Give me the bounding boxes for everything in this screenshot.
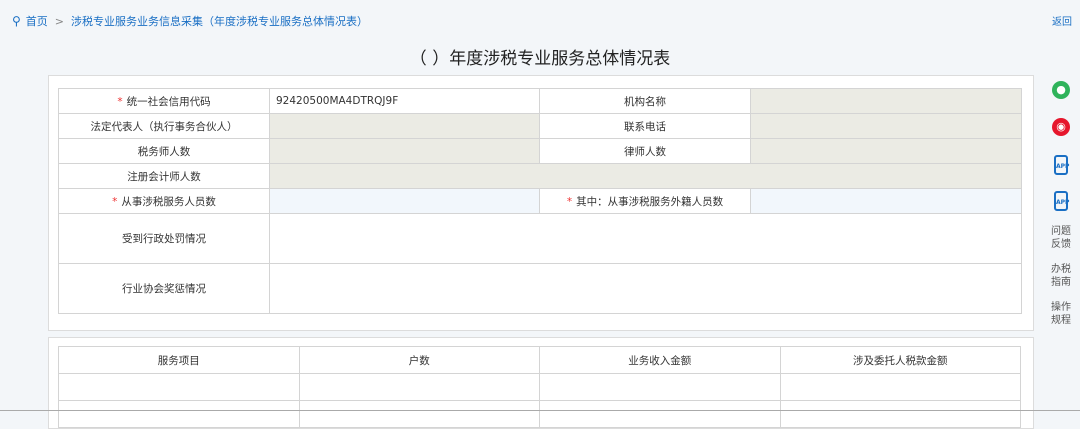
- table-row: * 从事涉税服务人员数 * 其中：从事涉税服务外籍人员数: [58, 188, 1022, 214]
- wechat-button[interactable]: ●: [1042, 75, 1080, 111]
- table-row: * 统一社会信用代码 92420500MA4DTRQJ9F 机构名称: [58, 88, 1022, 114]
- table-row: 注册会计师人数: [58, 163, 1022, 189]
- lawyers-field: [750, 138, 1022, 164]
- basic-info-panel: * 统一社会信用代码 92420500MA4DTRQJ9F 机构名称 法定代表人（…: [48, 75, 1034, 331]
- table-cell[interactable]: [298, 400, 540, 428]
- award-label: 行业协会奖惩情况: [58, 263, 270, 314]
- foreign-staff-input[interactable]: [750, 188, 1022, 214]
- table-cell[interactable]: [58, 400, 300, 428]
- phone-label: 联系电话: [539, 113, 751, 139]
- feedback-line-2: 反馈: [1051, 239, 1071, 250]
- required-mark: *: [112, 195, 118, 208]
- rules-line-2: 规程: [1051, 315, 1071, 326]
- rules-button[interactable]: 操作 规程: [1042, 295, 1080, 333]
- app-button-2[interactable]: APP: [1042, 183, 1080, 219]
- foreign-staff-label-text: 其中：从事涉税服务外籍人员数: [576, 195, 724, 208]
- cpa-field: [269, 163, 1022, 189]
- weibo-icon: ◉: [1052, 118, 1070, 136]
- column-header-households: 户数: [298, 346, 540, 374]
- breadcrumb-current[interactable]: 涉税专业服务业务信息采集（年度涉税专业服务总体情况表）: [71, 15, 368, 28]
- penalty-label: 受到行政处罚情况: [58, 213, 270, 264]
- foreign-staff-label: * 其中：从事涉税服务外籍人员数: [539, 188, 751, 214]
- lawyers-label: 律师人数: [539, 138, 751, 164]
- org-name-field: [750, 88, 1022, 114]
- table-cell[interactable]: [779, 400, 1021, 428]
- cpa-label: 注册会计师人数: [58, 163, 270, 189]
- penalty-input[interactable]: [269, 213, 1022, 264]
- mobile-app-icon: APP: [1054, 191, 1069, 211]
- staff-label-text: 从事涉税服务人员数: [121, 195, 216, 208]
- feedback-button[interactable]: 问题 反馈: [1042, 219, 1080, 257]
- stats-table: 服务项目 户数 业务收入金额 涉及委托人税款金额: [58, 346, 1021, 428]
- table-row: [58, 400, 1021, 428]
- table-row: 行业协会奖惩情况: [58, 263, 1022, 314]
- table-cell[interactable]: [779, 373, 1021, 401]
- org-name-label: 机构名称: [539, 88, 751, 114]
- basic-info-table: * 统一社会信用代码 92420500MA4DTRQJ9F 机构名称 法定代表人（…: [58, 88, 1022, 314]
- breadcrumb: ⚲ 首页 > 涉税专业服务业务信息采集（年度涉税专业服务总体情况表）: [12, 13, 368, 29]
- award-input[interactable]: [269, 263, 1022, 314]
- tax-agents-label: 税务师人数: [58, 138, 270, 164]
- table-row: 税务师人数 律师人数: [58, 138, 1022, 164]
- side-toolbar: ● ◉ APP APP 问题 反馈 办税 指南 操作 规程: [1042, 75, 1080, 333]
- back-link[interactable]: 返回: [1052, 13, 1072, 28]
- breadcrumb-home[interactable]: 首页: [26, 15, 48, 28]
- feedback-line-1: 问题: [1051, 226, 1071, 237]
- mobile-app-icon: APP: [1054, 155, 1069, 175]
- guide-button[interactable]: 办税 指南: [1042, 257, 1080, 295]
- legal-rep-field: [269, 113, 540, 139]
- rules-line-1: 操作: [1051, 302, 1071, 313]
- column-header-tax-amount: 涉及委托人税款金额: [779, 346, 1021, 374]
- credit-code-label: * 统一社会信用代码: [58, 88, 270, 114]
- table-cell[interactable]: [539, 400, 781, 428]
- wechat-icon: ●: [1052, 81, 1070, 99]
- location-pin-icon: ⚲: [12, 14, 21, 28]
- table-row: 法定代表人（执行事务合伙人） 联系电话: [58, 113, 1022, 139]
- guide-line-2: 指南: [1051, 277, 1071, 288]
- column-header-service: 服务项目: [58, 346, 300, 374]
- phone-field: [750, 113, 1022, 139]
- staff-input[interactable]: [269, 188, 540, 214]
- column-header-revenue: 业务收入金额: [539, 346, 781, 374]
- top-bar: ⚲ 首页 > 涉税专业服务业务信息采集（年度涉税专业服务总体情况表） 返回: [0, 0, 1080, 40]
- staff-label: * 从事涉税服务人员数: [58, 188, 270, 214]
- legal-rep-label: 法定代表人（执行事务合伙人）: [58, 113, 270, 139]
- table-row: [58, 373, 1021, 401]
- stats-panel: 服务项目 户数 业务收入金额 涉及委托人税款金额: [48, 337, 1034, 429]
- required-mark: *: [566, 195, 573, 208]
- table-cell[interactable]: [298, 373, 540, 401]
- page-title: （ ）年度涉税专业服务总体情况表: [409, 49, 671, 69]
- table-cell[interactable]: [539, 373, 781, 401]
- table-row: 受到行政处罚情况: [58, 213, 1022, 264]
- table-header-row: 服务项目 户数 业务收入金额 涉及委托人税款金额: [58, 346, 1021, 374]
- tax-agents-field: [269, 138, 540, 164]
- breadcrumb-separator: >: [54, 15, 65, 28]
- weibo-button[interactable]: ◉: [1042, 111, 1080, 147]
- app-button-1[interactable]: APP: [1042, 147, 1080, 183]
- table-cell[interactable]: [58, 373, 300, 401]
- bottom-divider: [0, 410, 1080, 411]
- credit-code-value: 92420500MA4DTRQJ9F: [269, 88, 540, 114]
- credit-code-label-text: 统一社会信用代码: [126, 95, 211, 108]
- required-mark: *: [117, 95, 123, 108]
- guide-line-1: 办税: [1051, 264, 1071, 275]
